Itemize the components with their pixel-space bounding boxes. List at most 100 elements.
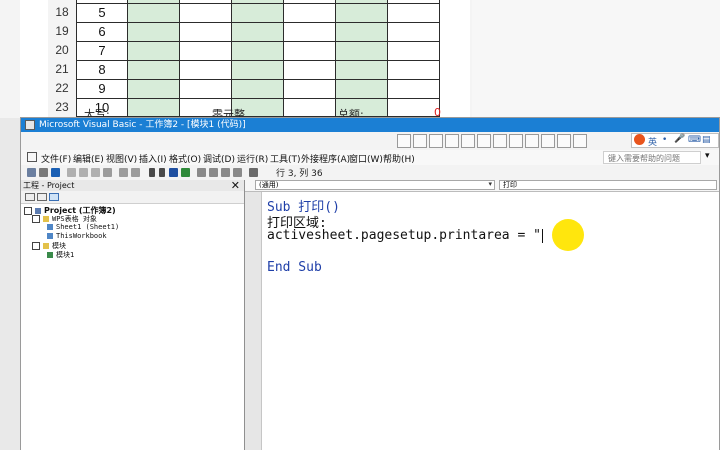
project-icon bbox=[35, 207, 41, 214]
object-browser-icon[interactable] bbox=[221, 168, 230, 177]
insert-module-icon[interactable] bbox=[39, 168, 48, 177]
chevron-down-icon: ▾ bbox=[488, 180, 492, 188]
save-icon[interactable] bbox=[51, 168, 60, 177]
quick-access-row: 英 • 🎤 ⌨ ▤ bbox=[21, 132, 719, 151]
tree-node-thisworkbook[interactable]: ThisWorkbook bbox=[47, 232, 107, 240]
menu-addins[interactable]: 外接程序(A) bbox=[301, 152, 350, 165]
menu-window[interactable]: 窗口(W) bbox=[349, 152, 383, 165]
ime-mode-label[interactable]: 英 bbox=[648, 135, 657, 148]
window-titlebar[interactable]: Microsoft Visual Basic - 工作簿2 - [模块1 (代码… bbox=[21, 118, 719, 132]
excel-right-area bbox=[472, 0, 720, 118]
quick-access-button[interactable] bbox=[525, 134, 539, 148]
row-number-20[interactable]: 20 bbox=[48, 41, 76, 60]
run-icon[interactable] bbox=[149, 168, 155, 177]
vba-editor-window: Microsoft Visual Basic - 工作簿2 - [模块1 (代码… bbox=[20, 117, 720, 450]
column-d[interactable] bbox=[232, 0, 284, 117]
quick-access-button[interactable] bbox=[397, 134, 411, 148]
ime-toolbar[interactable]: 英 • 🎤 ⌨ ▤ bbox=[631, 133, 719, 148]
quick-access-button[interactable] bbox=[509, 134, 523, 148]
quick-access-button[interactable] bbox=[477, 134, 491, 148]
row-number-21[interactable]: 21 bbox=[48, 60, 76, 79]
module-icon bbox=[47, 252, 53, 258]
punctuation-icon[interactable]: • bbox=[662, 135, 667, 145]
menu-help[interactable]: 帮助(H) bbox=[383, 152, 415, 165]
menu-debug[interactable]: 调试(D) bbox=[203, 152, 235, 165]
standard-toolbar: 行 3, 列 36 bbox=[21, 165, 719, 181]
code-line-5[interactable]: End Sub bbox=[267, 260, 322, 275]
collapse-icon[interactable] bbox=[32, 242, 40, 250]
design-mode-icon[interactable] bbox=[181, 168, 190, 177]
keyboard-icon[interactable]: ⌨ bbox=[688, 135, 701, 145]
properties-icon[interactable] bbox=[209, 168, 218, 177]
cell-value[interactable]: 6 bbox=[76, 22, 128, 41]
cell-value[interactable]: 9 bbox=[76, 79, 128, 98]
cut-icon[interactable] bbox=[67, 168, 76, 177]
redo-icon[interactable] bbox=[131, 168, 140, 177]
undo-icon[interactable] bbox=[119, 168, 128, 177]
code-editor[interactable]: Sub 打印() 打印区域: activesheet.pagesetup.pri… bbox=[261, 192, 719, 450]
cursor-position-status: 行 3, 列 36 bbox=[276, 169, 323, 179]
column-g[interactable] bbox=[388, 0, 440, 117]
project-pane-title: 工程 - Project bbox=[23, 181, 75, 190]
microphone-icon[interactable]: 🎤 bbox=[674, 134, 685, 144]
cell-value[interactable]: 8 bbox=[76, 60, 128, 79]
column-b[interactable] bbox=[128, 0, 180, 117]
sheet-icon bbox=[47, 224, 53, 230]
cell-value[interactable]: 7 bbox=[76, 41, 128, 60]
help-icon[interactable] bbox=[249, 168, 258, 177]
project-pane-header: 工程 - Project ✕ bbox=[21, 179, 244, 192]
row-number-22[interactable]: 22 bbox=[48, 79, 76, 98]
row-number-18[interactable]: 18 bbox=[48, 3, 76, 22]
column-e[interactable] bbox=[284, 0, 336, 117]
help-dropdown-arrow-icon[interactable]: ▾ bbox=[705, 151, 710, 161]
vba-window-icon[interactable] bbox=[27, 152, 37, 162]
skin-icon[interactable]: ▤ bbox=[702, 135, 711, 145]
view-excel-icon[interactable] bbox=[27, 168, 36, 177]
break-icon[interactable] bbox=[159, 168, 165, 177]
menu-view[interactable]: 视图(V) bbox=[106, 152, 137, 165]
quick-access-button[interactable] bbox=[413, 134, 427, 148]
menu-bar: 文件(F) 编辑(E) 视图(V) 插入(I) 格式(O) 调试(D) 运行(R… bbox=[21, 150, 719, 165]
collapse-icon[interactable] bbox=[32, 215, 40, 223]
toggle-folders-icon[interactable] bbox=[49, 193, 59, 201]
sogou-icon[interactable] bbox=[634, 134, 645, 145]
column-c[interactable] bbox=[180, 0, 232, 117]
row-number-19[interactable]: 19 bbox=[48, 22, 76, 41]
spreadsheet-grid: 18 19 20 21 22 23 5 6 7 8 9 10 大写: 零元整 总… bbox=[20, 0, 470, 118]
menu-insert[interactable]: 插入(I) bbox=[139, 152, 167, 165]
menu-format[interactable]: 格式(O) bbox=[169, 152, 201, 165]
find-icon[interactable] bbox=[103, 168, 112, 177]
menu-file[interactable]: 文件(F) bbox=[41, 152, 71, 165]
view-object-icon[interactable] bbox=[37, 193, 47, 201]
menu-run[interactable]: 运行(R) bbox=[237, 152, 268, 165]
cursor-highlight bbox=[552, 219, 584, 251]
tree-node-sheet1[interactable]: Sheet1 (Sheet1) bbox=[47, 223, 119, 231]
procedure-dropdown[interactable]: 打印 bbox=[499, 180, 717, 190]
menu-tools[interactable]: 工具(T) bbox=[270, 152, 301, 165]
help-question-input[interactable]: 键入需要帮助的问题 bbox=[603, 151, 701, 164]
collapse-icon[interactable] bbox=[24, 206, 32, 215]
menu-edit[interactable]: 编辑(E) bbox=[73, 152, 104, 165]
quick-access-button[interactable] bbox=[573, 134, 587, 148]
code-window: (通用) ▾ 打印 Sub 打印() 打印区域: activesheet.pag… bbox=[245, 180, 719, 450]
column-f[interactable] bbox=[336, 0, 388, 117]
project-explorer-icon[interactable] bbox=[197, 168, 206, 177]
quick-access-button[interactable] bbox=[557, 134, 571, 148]
quick-access-button[interactable] bbox=[445, 134, 459, 148]
quick-access-button[interactable] bbox=[429, 134, 443, 148]
code-line-3[interactable]: activesheet.pagesetup.printarea = " bbox=[267, 228, 543, 243]
code-dropdown-bar: (通用) ▾ 打印 bbox=[245, 180, 719, 192]
workbook-icon bbox=[47, 233, 53, 239]
paste-icon[interactable] bbox=[91, 168, 100, 177]
tree-node-module1[interactable]: 模块1 bbox=[47, 250, 74, 260]
quick-access-button[interactable] bbox=[493, 134, 507, 148]
reset-icon[interactable] bbox=[169, 168, 178, 177]
toolbox-icon[interactable] bbox=[233, 168, 242, 177]
row-number-23[interactable]: 23 bbox=[48, 98, 76, 117]
copy-icon[interactable] bbox=[79, 168, 88, 177]
quick-access-button[interactable] bbox=[541, 134, 555, 148]
object-dropdown[interactable]: (通用) ▾ bbox=[255, 180, 495, 190]
view-code-icon[interactable] bbox=[25, 193, 35, 201]
cell-value[interactable]: 5 bbox=[76, 3, 128, 22]
quick-access-button[interactable] bbox=[461, 134, 475, 148]
